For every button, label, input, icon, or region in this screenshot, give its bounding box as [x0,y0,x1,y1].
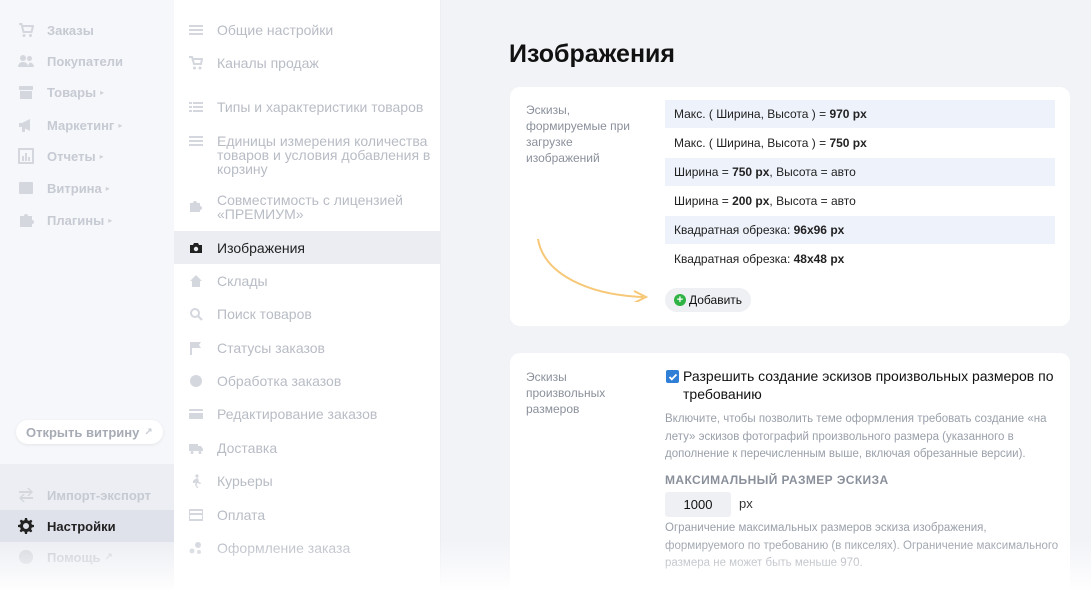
camera-icon [188,241,204,255]
submenu-item-couriers[interactable]: Курьеры [188,474,434,488]
thumbnail-size-row[interactable]: Квадратная обрезка: 48x48 px [665,245,1055,273]
list-icon [188,23,204,37]
submenu-item-product-search[interactable]: Поиск товаров [188,307,434,321]
submenu-item-general[interactable]: Общие настройки [188,23,434,37]
chevron-right-icon: ▸ [118,120,123,130]
nav-item-settings[interactable]: Настройки [0,510,174,542]
hint-arrow-icon [537,238,649,302]
puzzle-icon [188,199,204,213]
nav-item-label: Покупатели [47,53,123,69]
chevron-right-icon: ▸ [105,183,110,193]
submenu-item-product-types[interactable]: Типы и характеристики товаров [188,100,434,114]
submenu-item-sales-channels[interactable]: Каналы продаж [188,56,434,70]
truck-icon [188,441,204,455]
submenu-item-images[interactable]: Изображения [174,231,441,264]
custom-thumbnails-label: Эскизы произвольных размеров [526,370,606,416]
home-icon [188,274,204,288]
submenu-item-units[interactable]: Единицы измерения количества товаров и у… [188,134,434,176]
gear-icon [18,518,34,534]
submenu-item-shipping[interactable]: Доставка [188,441,434,455]
submenu-item-order-processing[interactable]: Обработка заказов [188,374,434,388]
open-store-button[interactable]: Открыть витрину ↗ [16,420,163,444]
puzzle-icon [18,212,34,228]
box-icon [18,84,34,100]
submenu-item-premium[interactable]: Совместимость с лицензией «ПРЕМИУМ» [188,193,434,221]
nav-item-help[interactable]: Помощь ↗ [18,547,113,567]
settings-submenu: Общие настройки Каналы продаж Типы и хар… [174,0,441,590]
nav-item-customers[interactable]: Покупатели [18,51,123,71]
thumbnail-size-row[interactable]: Макс. ( Ширина, Высота ) = 750 px [665,129,1055,157]
nav-item-storefront[interactable]: Витрина ▸ [18,178,110,198]
submenu-item-payment[interactable]: Оплата [188,508,434,522]
thumbnail-size-row[interactable]: Ширина = 200 px, Высота = авто [665,187,1055,215]
search-icon [188,307,204,321]
nav-item-label: Маркетинг [47,117,115,133]
external-link-icon: ↗ [104,551,113,563]
exchange-icon [18,487,34,503]
chevron-right-icon: ▸ [99,151,104,161]
thumbnails-label: Эскизы, формируемые при загрузке изображ… [526,103,631,165]
cart-icon [18,22,34,38]
nav-item-label: Настройки [47,518,116,534]
add-thumbnail-button[interactable]: + Добавить [665,288,752,312]
help-icon [18,549,34,565]
custom-thumbnails-toggle[interactable]: Разрешить создание эскизов произвольных … [665,367,1060,403]
submenu-item-warehouses[interactable]: Склады [188,274,434,288]
users-icon [18,53,34,69]
chart-icon [18,148,34,164]
nav-item-label: Импорт-экспорт [47,487,151,503]
nav-item-label: Витрина [47,180,102,196]
checkbox-checked[interactable] [666,370,679,383]
custom-thumbnails-card: Эскизы произвольных размеров Разрешить с… [510,353,1070,590]
nav-item-orders[interactable]: Заказы [18,20,94,40]
main-nav: Заказы Покупатели Товары ▸ Маркетинг ▸ О… [0,0,174,590]
custom-thumbnails-hint: Включите, чтобы позволить теме оформлени… [665,413,1047,460]
nav-item-plugins[interactable]: Плагины ▸ [18,210,112,230]
card-icon [188,407,204,421]
submenu-item-order-editing[interactable]: Редактирование заказов [188,407,434,421]
thumbnails-card: Эскизы, формируемые при загрузке изображ… [510,87,1070,326]
nav-item-label: Заказы [47,22,94,38]
list-icon [188,100,204,114]
nav-item-import-export[interactable]: Импорт-экспорт [18,485,151,505]
external-link-icon: ↗ [144,426,153,438]
clock-icon [188,374,204,388]
store-icon [18,180,34,196]
nav-item-reports[interactable]: Отчеты ▸ [18,146,104,166]
chevron-right-icon: ▸ [100,87,105,97]
megaphone-icon [18,117,34,133]
max-size-unit: px [739,496,753,511]
chevron-right-icon: ▸ [108,215,113,225]
cart-icon [188,56,204,70]
payment-icon [188,508,204,522]
max-size-title: МАКСИМАЛЬНЫЙ РАЗМЕР ЭСКИЗА [665,473,889,487]
thumbnail-size-row[interactable]: Макс. ( Ширина, Высота ) = 970 px [665,100,1055,128]
submenu-item-checkout[interactable]: Оформление заказа [188,541,434,555]
nav-item-label: Плагины [47,212,105,228]
walking-icon [188,474,204,488]
nav-item-marketing[interactable]: Маркетинг ▸ [18,115,122,135]
thumbnail-size-row[interactable]: Квадратная обрезка: 96x96 px [665,216,1055,244]
plus-circle-icon: + [674,294,686,306]
max-size-input[interactable] [665,492,731,517]
flag-icon [188,341,204,355]
nav-bottom-section: Импорт-экспорт Настройки Помощь ↗ [0,464,174,590]
nav-item-label: Отчеты [47,148,96,164]
nav-item-products[interactable]: Товары ▸ [18,82,104,102]
thumbnail-size-row[interactable]: Ширина = 750 px, Высота = авто [665,158,1055,186]
page-title: Изображения [509,40,676,68]
nav-item-label: Помощь [47,549,101,565]
max-size-hint: Ограничение максимальных размеров эскиза… [665,522,1059,569]
menu-icon [188,134,204,148]
nav-item-label: Товары [47,84,97,100]
checkout-icon [188,541,204,555]
submenu-item-order-statuses[interactable]: Статусы заказов [188,341,434,355]
